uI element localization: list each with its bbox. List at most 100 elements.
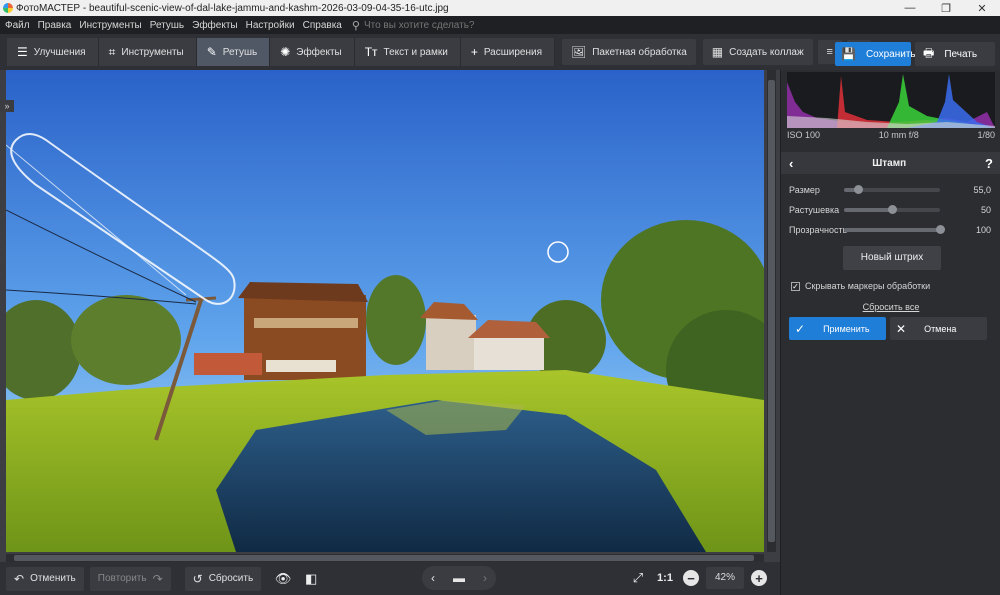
scroll-thumb[interactable]	[14, 555, 754, 561]
feather-label: Растушевка	[789, 205, 840, 215]
plus-icon: +	[470, 45, 478, 59]
zoom-level-field[interactable]: 42%	[706, 567, 744, 589]
feather-slider-row: Растушевка 50	[789, 203, 993, 217]
maximize-button[interactable]: ❐	[928, 2, 964, 15]
preview-eye-button[interactable]: 👁	[271, 567, 295, 591]
eye-icon: 👁	[274, 570, 292, 586]
histogram	[787, 72, 995, 128]
minimize-button[interactable]: —	[892, 2, 928, 14]
undo-label: Отменить	[30, 573, 76, 584]
redo-icon: ↷	[152, 571, 163, 586]
search-icon: ⚲	[351, 19, 360, 32]
save-button[interactable]: 💾 Сохранить	[835, 42, 916, 66]
tab-text-frames[interactable]: Tт Текст и рамки	[354, 38, 461, 66]
right-panel: ISO 100 10 mm f/8 1/80 ‹ Штамп ? Размер …	[780, 70, 1000, 595]
menu-bar: Файл Правка Инструменты Ретушь Эффекты Н…	[0, 16, 1000, 34]
iso-value: ISO 100	[787, 130, 821, 140]
canvas-area: »	[0, 70, 780, 562]
app-logo-icon	[3, 3, 13, 13]
print-button[interactable]: 🖶 Печать	[915, 42, 995, 66]
redo-label: Повторить	[97, 573, 147, 584]
apply-label: Применить	[823, 323, 870, 334]
text-icon: Tт	[364, 45, 378, 59]
tool-panel-header: ‹ Штамп ?	[781, 152, 1000, 174]
feather-value: 50	[980, 205, 991, 215]
opacity-label: Прозрачность	[789, 225, 848, 235]
hide-markers-option[interactable]: ✓ Скрывать маркеры обработки	[791, 281, 930, 291]
batch-processing-button[interactable]: 🖼 Пакетная обработка	[562, 39, 696, 65]
reset-all-link[interactable]: Сбросить все	[781, 302, 1000, 312]
zoom-controls: ⤢ 1:1 − 42% +	[626, 566, 770, 590]
menu-retouch[interactable]: Ретушь	[150, 20, 184, 31]
expand-left-panel-button[interactable]: »	[0, 100, 14, 112]
folder-icon[interactable]: ▬	[453, 571, 465, 585]
horizontal-scrollbar[interactable]	[6, 554, 764, 562]
scroll-thumb[interactable]	[768, 80, 775, 542]
image-stack-icon: 🖼	[571, 45, 587, 59]
vertical-scrollbar[interactable]	[767, 70, 776, 552]
compare-icon: ◧	[305, 570, 318, 586]
title-bar: ФотоМАСТЕР - beautiful-scenic-view-of-da…	[0, 0, 1000, 16]
cancel-button[interactable]: ✕ Отмена	[890, 317, 987, 340]
feather-slider[interactable]	[844, 205, 940, 214]
help-button[interactable]: ?	[985, 156, 993, 171]
size-slider[interactable]	[844, 185, 940, 194]
reset-label: Сбросить	[208, 573, 254, 584]
photo-canvas[interactable]	[6, 70, 764, 552]
opacity-slider[interactable]	[844, 225, 945, 234]
checkmark-icon: ✓	[795, 321, 806, 336]
undo-button[interactable]: ↶ Отменить	[6, 566, 84, 591]
close-button[interactable]: ✕	[964, 2, 1000, 15]
apply-button[interactable]: ✓ Применить	[789, 317, 886, 340]
redo-button[interactable]: Повторить ↷	[89, 566, 171, 591]
menu-edit[interactable]: Правка	[38, 20, 72, 31]
zoom-out-button[interactable]: −	[683, 570, 699, 586]
zoom-in-button[interactable]: +	[751, 570, 767, 586]
hide-markers-checkbox[interactable]: ✓	[791, 281, 800, 291]
cancel-label: Отмена	[924, 323, 957, 334]
slider-knob[interactable]	[936, 225, 945, 234]
tab-label: Расширения	[483, 46, 542, 58]
new-stroke-button[interactable]: Новый штрих	[843, 246, 941, 270]
menu-help[interactable]: Справка	[303, 20, 342, 31]
hide-markers-label: Скрывать маркеры обработки	[805, 281, 931, 291]
tab-tools[interactable]: ⌗ Инструменты	[98, 38, 197, 66]
search-input[interactable]	[363, 19, 484, 31]
batch-label: Пакетная обработка	[592, 46, 687, 58]
print-label: Печать	[944, 48, 978, 60]
tab-retouch[interactable]: ✎ Ретушь	[196, 38, 271, 66]
shutter-value: 1/80	[977, 130, 995, 140]
tab-effects[interactable]: ✺ Эффекты	[270, 38, 355, 66]
exif-info: ISO 100 10 mm f/8 1/80	[787, 130, 995, 144]
printer-icon: 🖶	[923, 45, 935, 60]
menu-effects[interactable]: Эффекты	[192, 20, 237, 31]
menu-tools[interactable]: Инструменты	[79, 20, 141, 31]
lens-value: 10 mm f/8	[878, 130, 919, 140]
tab-label: Инструменты	[121, 46, 184, 58]
next-image-button[interactable]: ›	[483, 571, 487, 585]
compare-button[interactable]: ◧	[299, 567, 323, 591]
fit-to-screen-button[interactable]: ⤢	[626, 566, 650, 590]
tab-label: Эффекты	[296, 46, 342, 58]
collage-icon: ▦	[711, 45, 724, 59]
floppy-disk-icon: 💾	[841, 47, 856, 61]
slider-knob[interactable]	[888, 205, 897, 214]
slider-knob[interactable]	[854, 185, 864, 194]
brush-icon: ✎	[206, 45, 217, 59]
tab-label: Текст и рамки	[383, 46, 448, 58]
actual-size-button[interactable]: 1:1	[650, 566, 680, 590]
save-label: Сохранить	[865, 48, 916, 60]
opacity-value: 100	[975, 225, 991, 235]
reset-button[interactable]: ↺ Сбросить	[184, 566, 262, 591]
create-collage-button[interactable]: ▦ Создать коллаж	[702, 39, 813, 65]
menu-settings[interactable]: Настройки	[246, 20, 295, 31]
back-button[interactable]: ‹	[789, 156, 793, 171]
prev-image-button[interactable]: ‹	[431, 571, 435, 585]
image-navigation: ‹ ▬ ›	[422, 566, 496, 590]
layers-add-icon: ≡	[826, 46, 833, 58]
tab-enhancements[interactable]: ☰ Улучшения	[7, 38, 99, 66]
slider-fill	[844, 228, 940, 232]
undo-icon: ↶	[14, 571, 25, 586]
menu-file[interactable]: Файл	[5, 20, 30, 31]
tab-extensions[interactable]: + Расширения	[460, 38, 555, 66]
